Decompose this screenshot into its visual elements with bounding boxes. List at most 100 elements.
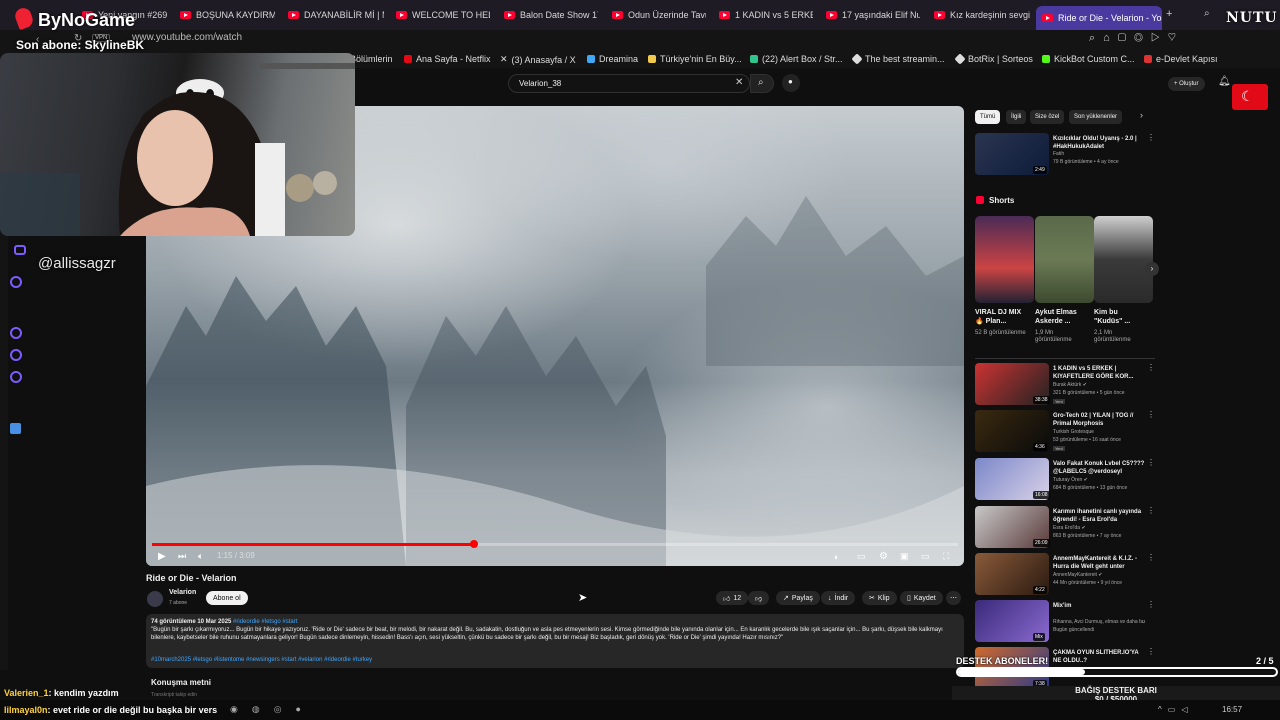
miniplayer-icon[interactable]: ▣ xyxy=(900,551,909,562)
channel-name[interactable]: Velarion xyxy=(169,589,196,596)
app-sidebar-icon[interactable] xyxy=(10,423,21,434)
channel-avatar[interactable] xyxy=(147,591,163,607)
more-icon[interactable]: ⋮ xyxy=(1147,647,1155,656)
related-video[interactable]: Mix Mix'im Rihanna, Avci Durmuş, elmas v… xyxy=(975,600,1155,644)
short-thumbnail[interactable] xyxy=(1094,216,1153,303)
create-button[interactable]: + Oluştur xyxy=(1168,77,1205,91)
related-video[interactable]: 4:36 Gro-Tech 02 | YILAN | TOG // Primal… xyxy=(975,410,1155,454)
subscribe-button[interactable]: Abone ol xyxy=(206,591,248,605)
browser-tab[interactable]: Odun Üzerinde Tavu xyxy=(612,4,706,26)
browser-tab-active[interactable]: Ride or Die - Velarion - Yo xyxy=(1036,6,1162,30)
webcam-frame xyxy=(0,63,355,236)
clear-search-icon[interactable]: ✕ xyxy=(735,77,743,88)
browser-tab[interactable]: Balon Date Show 17 xyxy=(504,4,598,26)
short-title[interactable]: Kim bu "Kudüs" ... xyxy=(1094,308,1148,326)
short-thumbnail[interactable] xyxy=(1035,216,1094,303)
bookmark[interactable]: Dreamina xyxy=(587,54,638,64)
play-icon[interactable]: ▶ xyxy=(158,551,166,562)
browser-tab[interactable]: 17 yaşındaki Elif Nur xyxy=(826,4,920,26)
autoplay-toggle[interactable]: ◐ xyxy=(834,552,839,562)
search-button[interactable]: ⌕ xyxy=(750,74,774,93)
chat-sidebar-icon[interactable] xyxy=(10,349,22,361)
clip-button[interactable]: ✂ Klip xyxy=(862,591,897,605)
video-description[interactable]: 74 görüntüleme 10 Mar 2025 #rideordie #l… xyxy=(146,614,964,668)
more-actions-button[interactable]: ⋯ xyxy=(946,591,961,605)
more-icon[interactable]: ⋮ xyxy=(1147,458,1155,467)
seek-bar[interactable] xyxy=(152,540,958,548)
chip-all[interactable]: Tümü xyxy=(975,110,1001,124)
clock-sidebar-icon[interactable] xyxy=(10,327,22,339)
more-icon[interactable]: ⋮ xyxy=(1147,553,1155,562)
browser-tab[interactable]: WELCOME TO HELL xyxy=(396,4,490,26)
new-tab-icon[interactable]: + xyxy=(1166,8,1172,20)
twitch-sidebar-icon[interactable] xyxy=(10,276,22,288)
taskbar: lilmayal0n: evet ride or die değil bu ba… xyxy=(0,700,1280,720)
search-tabs-icon[interactable]: ⌕ xyxy=(1204,8,1210,19)
notifications-icon[interactable]: 🔔︎ xyxy=(1218,76,1231,87)
chips-next-icon[interactable]: › xyxy=(1140,110,1143,120)
more-icon[interactable]: ⋮ xyxy=(1147,363,1155,372)
browser-tab[interactable]: Kız kardeşinin sevgi xyxy=(934,4,1030,26)
related-video[interactable]: 4:22 AnnemMayKantereit & K.I.Z. - Hurra … xyxy=(975,553,1155,597)
related-video[interactable]: 16:08 Valo Fakat Konuk Lvbel C5???? @LAB… xyxy=(975,458,1155,502)
bynogame-logo: ByNoGame xyxy=(38,10,136,30)
settings-sidebar-icon[interactable] xyxy=(10,371,22,383)
related-video-title: Karımın ihanetini canlı yayında öğrendi!… xyxy=(1053,509,1142,523)
description-hashtags[interactable]: #10march2025 #letsgo #listentome #newsin… xyxy=(151,656,959,664)
bookmark[interactable]: The best streamin... xyxy=(851,53,945,65)
bookmark[interactable]: Türkiye'nin En Büy... xyxy=(648,54,742,64)
browser-toolbar-icons[interactable]: ⌕⌂▢◎▷♡ xyxy=(1089,32,1184,45)
video-title: Ride or Die - Velarion xyxy=(146,573,237,583)
short-title[interactable]: Aykut Elmas Askerde ... xyxy=(1035,308,1089,326)
related-video-meta: 863 B görüntüleme • 7 ay önce xyxy=(1053,533,1122,539)
chip-recent[interactable]: Son yüklenenler xyxy=(1069,110,1123,124)
shorts-icon xyxy=(976,196,984,204)
share-button[interactable]: ↗ Paylaş xyxy=(776,591,820,605)
more-icon[interactable]: ⋮ xyxy=(1147,410,1155,419)
taskbar-app-icons[interactable]: ◉◍◎● xyxy=(230,704,315,715)
save-button[interactable]: ▯ Kaydet xyxy=(900,591,943,605)
bookmark[interactable]: BotRix | Sorteos xyxy=(954,53,1033,65)
theater-mode-icon[interactable]: ▭ xyxy=(921,551,930,562)
thumbs-up-icon: 👍︎ xyxy=(723,595,731,603)
related-video[interactable]: 26:09 Karımın ihanetini canlı yayında öğ… xyxy=(975,506,1155,550)
more-icon[interactable]: ⋮ xyxy=(1147,506,1155,515)
next-icon[interactable]: ⏭ xyxy=(178,551,186,562)
shorts-heading: Shorts xyxy=(989,196,1015,205)
bookmark[interactable]: Bölümlerin xyxy=(350,54,393,64)
netflix-icon xyxy=(404,55,412,63)
more-icon[interactable]: ⋮ xyxy=(1147,133,1155,142)
related-video-channel: Tuturay Ören ✔ xyxy=(1053,477,1088,483)
download-button[interactable]: ↓ İndir xyxy=(821,591,856,605)
url-field[interactable]: www.youtube.com/watch xyxy=(132,32,242,43)
volume-icon[interactable]: 🔈︎ xyxy=(198,551,203,562)
description-meta-tags[interactable]: #rideordie #letsgo #start xyxy=(233,619,297,625)
browser-tab[interactable]: DAYANABİLİR Mİ | M xyxy=(288,4,384,26)
download-icon: ↓ xyxy=(828,594,832,602)
bookmark[interactable]: KickBot Custom C... xyxy=(1042,54,1135,64)
voice-search-button[interactable]: ● xyxy=(782,74,800,92)
settings-icon[interactable]: ⚙ xyxy=(879,551,888,562)
subtitles-icon[interactable]: ▭ xyxy=(857,551,866,562)
related-video[interactable]: 2:49 Kızılcıklar Oldu! Uyanış - 2.0 | #H… xyxy=(975,133,1155,177)
shorts-next-icon[interactable]: › xyxy=(1145,262,1159,276)
browser-tab[interactable]: 1 KADIN vs 5 ERKEK xyxy=(719,4,813,26)
dislike-button[interactable]: 👎︎ xyxy=(748,591,770,605)
fullscreen-icon[interactable]: ⛶ xyxy=(943,551,949,562)
like-button[interactable]: 👍︎ 12 xyxy=(716,591,749,605)
chat-user: lilmayal0n xyxy=(4,705,48,715)
share-icon: ↗ xyxy=(783,595,789,602)
chip-for-you[interactable]: Size özel xyxy=(1030,110,1065,124)
bookmark[interactable]: (22) Alert Box / Str... xyxy=(750,54,843,64)
bookmark[interactable]: Ana Sayfa - Netflix xyxy=(404,54,491,64)
search-input[interactable]: Velarion_38 xyxy=(508,74,750,93)
system-tray-icons[interactable]: ^▭◁ xyxy=(1158,705,1193,714)
related-video[interactable]: 38:38 1 KADIN vs 5 ERKEK | KIYAFETLERE G… xyxy=(975,363,1155,407)
short-title[interactable]: VIRAL DJ MIX🔥 Plan... xyxy=(975,308,1029,326)
more-icon[interactable]: ⋮ xyxy=(1147,600,1155,609)
chip-related[interactable]: İlgili xyxy=(1006,110,1027,124)
browser-tab[interactable]: BOŞUNA KAYDIRMA xyxy=(180,4,275,26)
bookmark[interactable]: e-Devlet Kapısı xyxy=(1144,54,1218,64)
bookmark[interactable]: ✕ (3) Anasayfa / X xyxy=(500,54,576,65)
short-thumbnail[interactable] xyxy=(975,216,1034,303)
